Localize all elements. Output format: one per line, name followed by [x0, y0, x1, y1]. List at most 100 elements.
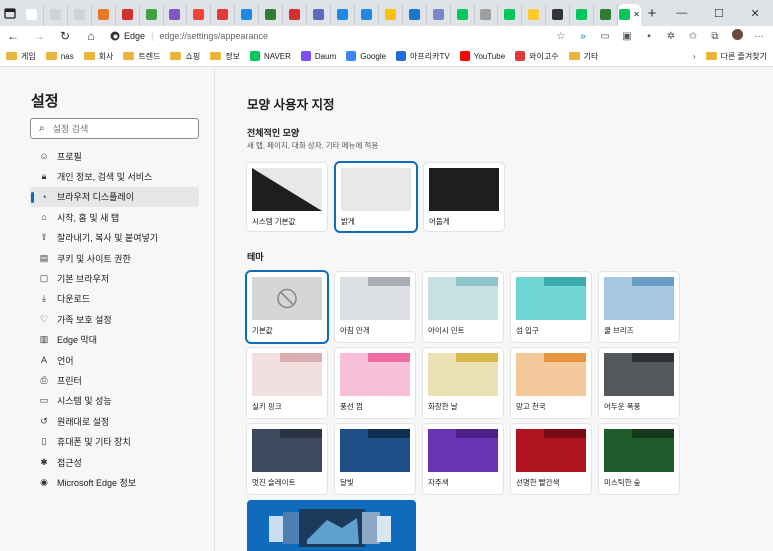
browser-tab[interactable] [379, 3, 403, 26]
discover-themes-banner[interactable] [247, 500, 416, 551]
browser-tab[interactable] [570, 3, 595, 26]
minimize-button[interactable]: — [676, 7, 687, 20]
sidebar-item[interactable]: ▤ 쿠키 및 사이트 권한 [30, 248, 199, 268]
bookmark-item[interactable]: Google [346, 51, 386, 61]
refresh-button[interactable]: ↻ [52, 29, 78, 43]
browser-tab[interactable] [427, 3, 451, 26]
forward-button[interactable]: → [26, 29, 52, 43]
browser-tab[interactable] [403, 3, 427, 26]
sidebar-item[interactable]: ⤓ 다운로드 [30, 289, 199, 309]
other-bookmarks-label: 다른 즐겨찾기 [720, 51, 767, 61]
sidebar-item[interactable]: ☺ 프로필 [30, 146, 199, 166]
extension-icon-2[interactable]: ▣ [616, 31, 638, 42]
browser-tab[interactable] [546, 3, 571, 26]
new-tab-button[interactable]: + [641, 5, 663, 22]
browser-tab[interactable] [140, 3, 164, 26]
sidebar-item[interactable]: ↺ 원래대로 설정 [30, 411, 199, 431]
collections-icon[interactable]: ⧉ [704, 31, 726, 42]
browser-tab[interactable] [451, 3, 475, 26]
browser-tab[interactable] [522, 3, 547, 26]
theme-card[interactable]: 아침 안개 [335, 272, 415, 342]
sidebar-item[interactable]: ▢ 기본 브라우저 [30, 268, 199, 288]
browser-tab[interactable] [20, 3, 44, 26]
sidebar-item[interactable]: ⎙ 프린터 [30, 370, 199, 390]
theme-card[interactable]: 달빛 [335, 424, 415, 494]
bookmark-item[interactable]: YouTube [459, 51, 505, 61]
extension-icon-3[interactable]: ▪ [638, 31, 660, 42]
sidebar-item[interactable]: ◔ 브라우저 디스플레이 [30, 186, 199, 208]
sidebar-item[interactable]: ⌂ 시작, 홈 및 새 탭 [30, 207, 199, 227]
other-bookmarks[interactable]: › 다른 즐겨찾기 [693, 51, 767, 62]
sidebar-item[interactable]: ▯ 휴대폰 및 기타 장치 [30, 431, 199, 451]
browser-tab[interactable] [92, 3, 116, 26]
bookmark-item[interactable]: 정보 [210, 51, 240, 62]
bookmark-item[interactable]: Daum [300, 51, 336, 61]
bookmark-item[interactable]: 와이고수 [515, 51, 559, 62]
sidebar-item[interactable]: A 언어 [30, 350, 199, 370]
home-button[interactable]: ⌂ [78, 29, 104, 43]
sidebar-item[interactable]: ▥ Edge 막대 [30, 330, 199, 350]
browser-tab[interactable] [211, 3, 236, 26]
bookmark-item[interactable]: 쇼핑 [170, 51, 200, 62]
extension-icon-1[interactable]: ▭ [594, 31, 616, 42]
theme-card[interactable]: 멋진 슬레이트 [247, 424, 327, 494]
theme-card[interactable]: 기본값 [247, 272, 327, 342]
theme-card[interactable]: 미스틱한 숲 [599, 424, 679, 494]
theme-card[interactable]: 섬 입구 [511, 272, 591, 342]
back-button[interactable]: ← [0, 29, 26, 43]
bookmark-item[interactable]: 기타 [568, 51, 598, 62]
favorite-star-icon[interactable]: ☆ [550, 31, 572, 42]
sidebar-item[interactable]: ⇪ 잘라내기, 복사 및 붙여넣기 [30, 228, 199, 248]
sidebar-item[interactable]: ♡ 가족 보호 설정 [30, 309, 199, 329]
bookmark-item[interactable]: 게임 [6, 51, 36, 62]
theme-card[interactable]: 자주색 [423, 424, 503, 494]
sidebar-item[interactable]: ◉ Microsoft Edge 정보 [30, 472, 199, 492]
close-tab-icon[interactable]: ✕ [633, 10, 640, 19]
maximize-button[interactable]: ☐ [714, 7, 724, 20]
theme-card[interactable]: 망고 천국 [511, 348, 591, 418]
appearance-option-light[interactable]: 밝게 [336, 163, 416, 231]
browser-tab[interactable] [498, 3, 523, 26]
bookmark-item[interactable]: 회사 [83, 51, 113, 62]
browser-tab[interactable] [44, 3, 68, 26]
more-menu-icon[interactable]: ··· [748, 31, 770, 42]
browser-tab[interactable] [259, 3, 284, 26]
sidebar-item[interactable]: 🔒︎ 개인 정보, 검색 및 서비스 [30, 166, 199, 186]
browser-tab[interactable] [116, 3, 140, 26]
browser-tab[interactable] [355, 3, 379, 26]
bookmark-item[interactable]: nas [45, 52, 74, 61]
sidebar-item[interactable]: ✱ 접근성 [30, 452, 199, 472]
theme-card[interactable]: 쿨 브리즈 [599, 272, 679, 342]
browser-tab[interactable] [187, 3, 212, 26]
bookmark-item[interactable]: 트렌드 [123, 51, 160, 62]
theme-card[interactable]: 선명한 빨간색 [511, 424, 591, 494]
profile-avatar[interactable] [726, 29, 748, 43]
browser-tab[interactable] [283, 3, 308, 26]
theme-card[interactable]: 실키 핑크 [247, 348, 327, 418]
theme-card[interactable]: 어두운 폭풍 [599, 348, 679, 418]
browser-tab[interactable] [68, 3, 92, 26]
browser-tab[interactable]: ✕ [618, 3, 641, 26]
browser-tab[interactable] [594, 3, 619, 26]
bookmark-item[interactable]: 아프리카TV [396, 51, 450, 62]
theme-card[interactable]: 아이시 민트 [423, 272, 503, 342]
chevron-right-icon[interactable]: › [693, 52, 696, 61]
extensions-puzzle-icon[interactable]: ✲ [660, 31, 682, 42]
close-window-button[interactable]: ✕ [750, 7, 759, 20]
browser-tab[interactable] [307, 3, 331, 26]
appearance-option-dark[interactable]: 어둡게 [424, 163, 504, 231]
appearance-option-system[interactable]: 시스템 기본값 [247, 163, 327, 231]
browser-tab[interactable] [331, 3, 355, 26]
theme-card[interactable]: 풍선 껌 [335, 348, 415, 418]
bookmark-item[interactable]: NAVER [249, 51, 291, 61]
settings-search-input[interactable]: ⌕ 설정 검색 [30, 118, 199, 139]
browser-tab[interactable] [475, 3, 499, 26]
favorites-icon[interactable]: ✩ [682, 31, 704, 42]
extension-arrow-icon[interactable]: » [572, 31, 594, 42]
sidebar-item[interactable]: ▭ 시스템 및 성능 [30, 391, 199, 411]
address-bar[interactable]: Edge | edge://settings/appearance [110, 27, 490, 45]
browser-tab[interactable] [235, 3, 260, 26]
browser-tab[interactable] [164, 3, 188, 26]
theme-card[interactable]: 화창한 날 [423, 348, 503, 418]
tab-actions-button[interactable] [0, 3, 20, 23]
